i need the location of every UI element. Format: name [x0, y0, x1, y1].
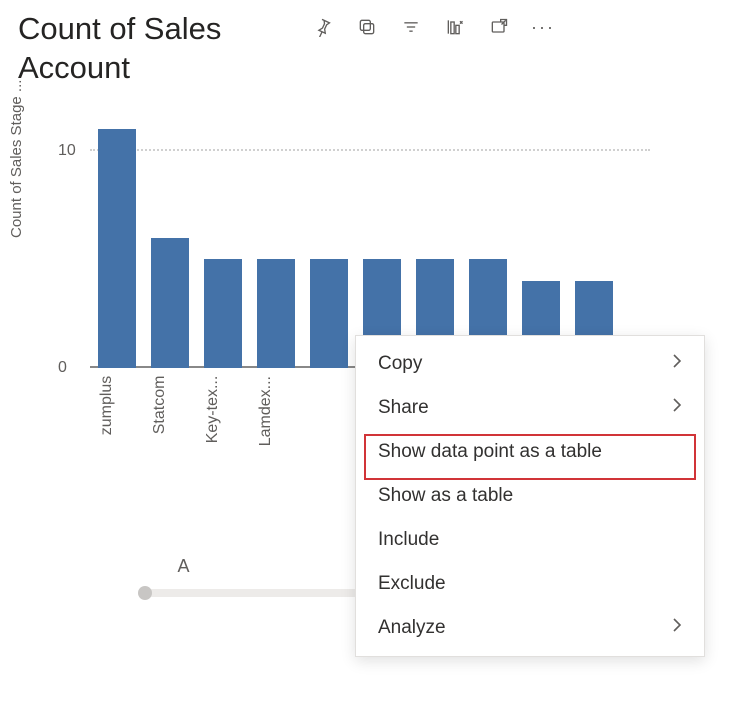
- chevron-right-icon: [672, 397, 682, 419]
- plot-area: 10 0: [90, 108, 650, 368]
- bars-container: [90, 108, 650, 368]
- menu-label: Show as a table: [378, 485, 513, 507]
- y-tick-10: 10: [58, 142, 76, 160]
- menu-item-share[interactable]: Share: [356, 386, 704, 430]
- bar-zumplus[interactable]: [98, 129, 136, 367]
- bar-lamdex[interactable]: [257, 259, 295, 367]
- x-label: zumplus: [98, 376, 136, 446]
- menu-item-include[interactable]: Include: [356, 518, 704, 562]
- menu-item-exclude[interactable]: Exclude: [356, 562, 704, 606]
- spotlight-icon[interactable]: [444, 16, 466, 38]
- x-label: Lamdex...: [257, 376, 295, 446]
- chart-title: Count of Sales Account: [18, 10, 298, 88]
- menu-item-show-as-table[interactable]: Show as a table: [356, 474, 704, 518]
- y-tick-0: 0: [58, 359, 67, 377]
- y-axis-title: Count of Sales Stage ...: [8, 79, 25, 237]
- scrollbar-thumb[interactable]: [138, 586, 152, 600]
- menu-item-show-data-point[interactable]: Show data point as a table: [356, 430, 704, 474]
- menu-label: Copy: [378, 353, 422, 375]
- bar-5[interactable]: [310, 259, 348, 367]
- x-label: [310, 376, 348, 446]
- more-options-icon[interactable]: ···: [532, 16, 554, 38]
- bar-key-tex[interactable]: [204, 259, 242, 367]
- visual-toolbar: ···: [312, 10, 554, 38]
- menu-label: Include: [378, 529, 439, 551]
- menu-item-analyze[interactable]: Analyze: [356, 606, 704, 650]
- bar-statcom[interactable]: [151, 238, 189, 368]
- chevron-right-icon: [672, 617, 682, 639]
- x-label: Statcom: [151, 376, 189, 446]
- menu-label: Analyze: [378, 617, 446, 639]
- chevron-right-icon: [672, 353, 682, 375]
- context-menu: Copy Share Show data point as a table Sh…: [355, 335, 705, 657]
- menu-label: Show data point as a table: [378, 441, 602, 463]
- menu-label: Exclude: [378, 573, 446, 595]
- menu-item-copy[interactable]: Copy: [356, 342, 704, 386]
- focus-mode-icon[interactable]: [488, 16, 510, 38]
- visual-header: Count of Sales Account ···: [0, 0, 755, 88]
- x-label: Key-tex...: [204, 376, 242, 446]
- filter-icon[interactable]: [400, 16, 422, 38]
- pin-icon[interactable]: [312, 16, 334, 38]
- menu-label: Share: [378, 397, 429, 419]
- copy-visual-icon[interactable]: [356, 16, 378, 38]
